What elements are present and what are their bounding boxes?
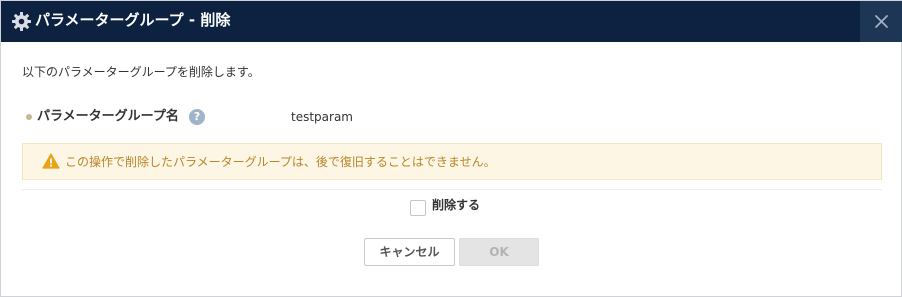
confirm-delete-label[interactable]: 削除する [432,197,480,213]
ok-button[interactable]: OK [459,238,539,266]
divider [22,189,882,190]
intro-text: 以下のパラメーターグループを削除します。 [22,65,260,79]
dialog-title: パラメーターグループ - 削除 [35,11,231,29]
delete-parameter-group-dialog: パラメーターグループ - 削除 以下のパラメーターグループを削除します。 パラメ… [0,0,902,297]
field-bullet [26,114,32,120]
confirm-delete-checkbox[interactable] [410,200,426,216]
help-icon[interactable]: ? [189,109,205,125]
dialog-titlebar: パラメーターグループ - 削除 [1,1,902,42]
gear-icon [11,11,32,32]
close-button[interactable] [860,1,902,42]
warning-icon [42,153,60,173]
warning-banner: この操作で削除したパラメーターグループは、後で復旧することはできません。 [22,143,882,180]
parameter-group-name-value: testparam [291,110,353,124]
cancel-button[interactable]: キャンセル [364,238,455,266]
close-icon [875,15,888,28]
warning-text: この操作で削除したパラメーターグループは、後で復旧することはできません。 [65,155,496,169]
parameter-group-name-label: パラメーターグループ名 [37,109,179,124]
